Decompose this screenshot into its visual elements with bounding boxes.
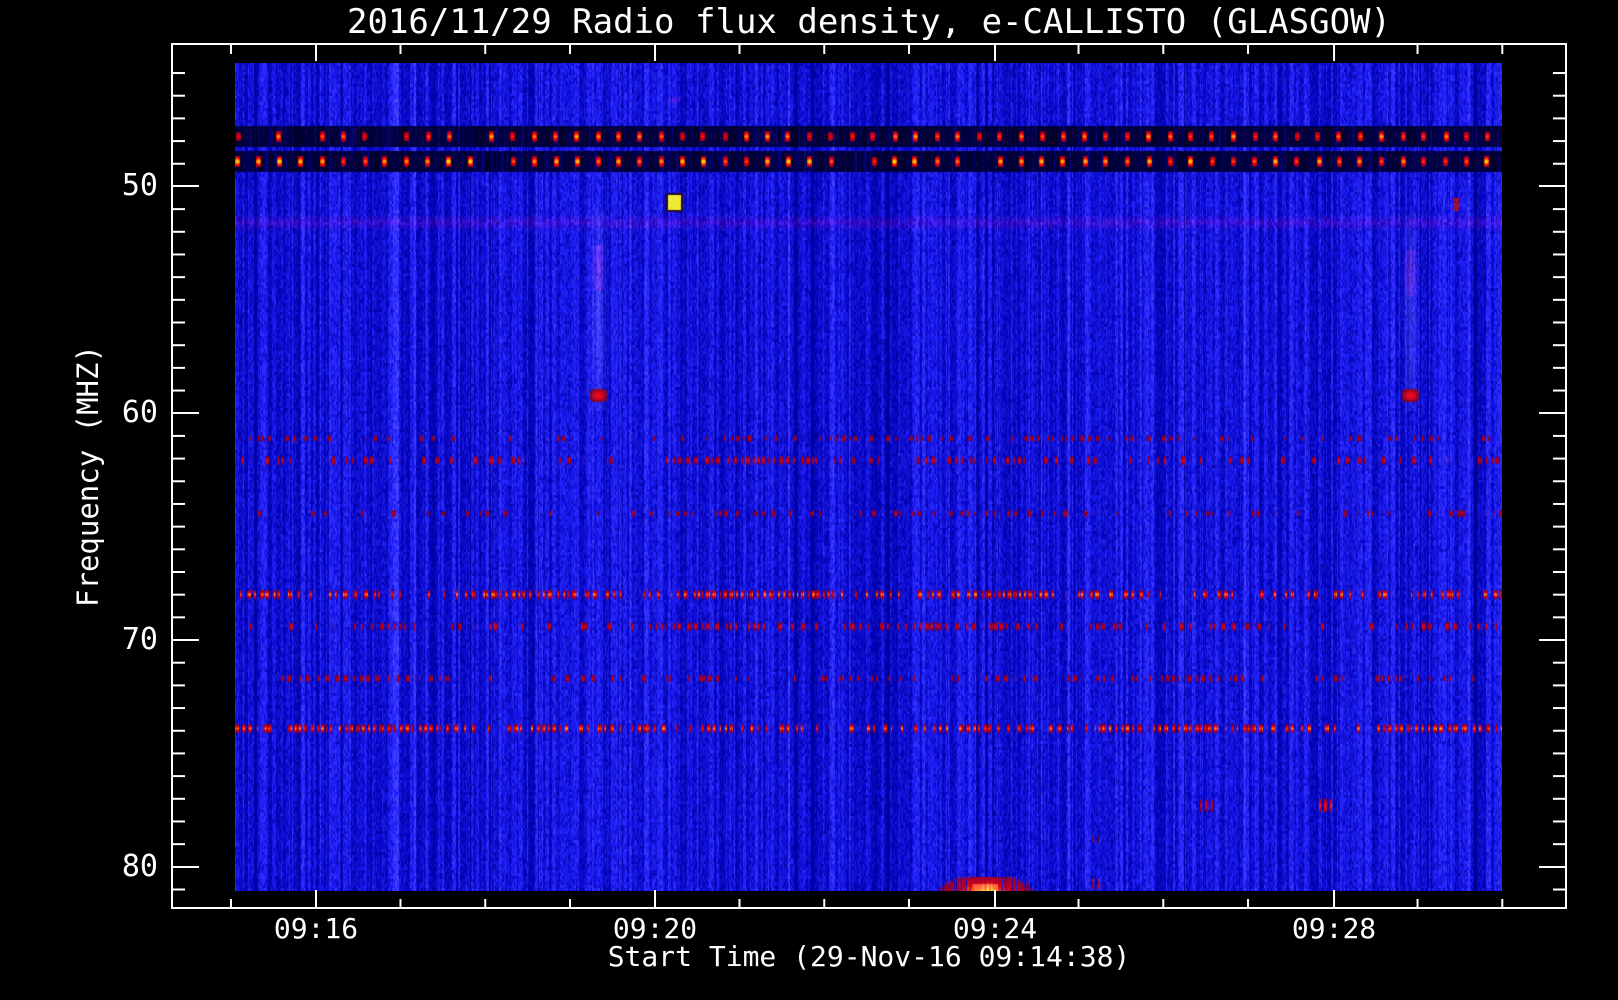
y-axis-label: Frequency (MHZ) <box>71 345 105 607</box>
x-tick-label: 09:24 <box>952 912 1038 945</box>
spectrogram-page: 2016/11/29 Radio flux density, e-CALLIST… <box>0 0 1618 1000</box>
y-tick-label: 50 <box>121 168 158 204</box>
x-tick-label: 09:20 <box>612 912 698 945</box>
x-tick-label: 09:28 <box>1291 912 1377 945</box>
plot-axes <box>171 43 1567 909</box>
y-tick-label: 70 <box>121 621 158 657</box>
y-tick-label: 80 <box>121 848 158 884</box>
y-tick-label: 60 <box>121 395 158 430</box>
x-tick-label: 09:16 <box>273 912 359 945</box>
plot-frame <box>171 43 1567 909</box>
